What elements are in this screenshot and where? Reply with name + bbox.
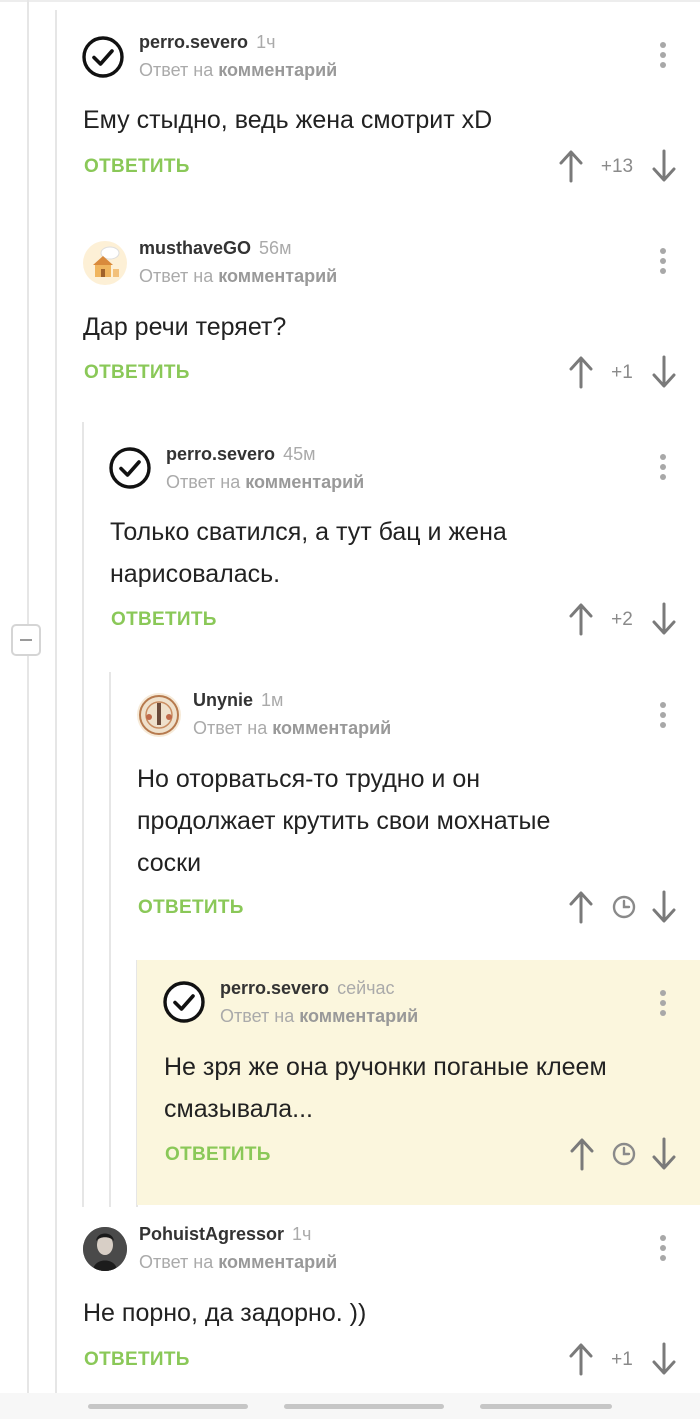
reply-button[interactable]: ОТВЕТИТЬ <box>84 1349 190 1371</box>
timestamp: 1м <box>261 690 284 710</box>
reply-target-link[interactable]: комментарий <box>218 1252 337 1272</box>
reply-target-link[interactable]: комментарий <box>218 60 337 80</box>
scroll-segment <box>88 1404 248 1409</box>
checkmark-avatar-icon[interactable] <box>108 446 152 490</box>
comment-text: Дар речи теряет? <box>83 313 287 341</box>
reply-button[interactable]: ОТВЕТИТЬ <box>111 609 217 631</box>
timestamp: 1ч <box>256 32 276 52</box>
person-photo-avatar-icon[interactable] <box>83 1227 127 1271</box>
username[interactable]: perro.severo <box>139 32 248 52</box>
emblem-avatar-icon[interactable] <box>137 693 181 737</box>
more-options-icon[interactable] <box>653 1233 673 1263</box>
house-avatar-icon[interactable] <box>83 241 127 285</box>
comment: perro.severo 45м Ответ на комментарий Тол… <box>83 432 700 662</box>
more-options-icon[interactable] <box>653 700 673 730</box>
upvote-arrow-icon[interactable] <box>569 1137 595 1171</box>
rating-value: +1 <box>611 362 633 383</box>
more-options-icon[interactable] <box>653 452 673 482</box>
username[interactable]: Unynie <box>193 690 253 710</box>
more-options-icon[interactable] <box>653 246 673 276</box>
reply-context: Ответ на комментарий <box>220 1006 419 1026</box>
more-options-icon[interactable] <box>653 988 673 1018</box>
downvote-arrow-icon[interactable] <box>651 149 677 183</box>
reply-button[interactable]: ОТВЕТИТЬ <box>138 897 244 919</box>
rating-value: +1 <box>611 1349 633 1370</box>
reply-target-link[interactable]: комментарий <box>245 472 364 492</box>
reply-target-link[interactable]: комментарий <box>218 266 337 286</box>
comment: Unynie 1м Ответ на комментарий Но оторват… <box>110 680 700 950</box>
upvote-arrow-icon[interactable] <box>568 355 594 389</box>
reply-button[interactable]: ОТВЕТИТЬ <box>84 156 190 178</box>
username[interactable]: perro.severo <box>166 444 275 464</box>
reply-context: Ответ на комментарий <box>139 266 338 286</box>
timestamp: сейчас <box>337 978 395 998</box>
upvote-arrow-icon[interactable] <box>568 1342 594 1376</box>
top-divider <box>0 0 700 2</box>
reply-button[interactable]: ОТВЕТИТЬ <box>165 1144 271 1166</box>
comment-text: Не порно, да задорно. )) <box>83 1299 367 1327</box>
comment: PohuistAgressor 1ч Ответ на комментарий Н… <box>56 1213 700 1393</box>
comment-text: Не зря же она ручонки поганые клеем смаз… <box>164 1053 607 1123</box>
reply-target-link[interactable]: комментарий <box>272 718 391 738</box>
bottom-scroll-indicator <box>0 1393 700 1419</box>
reply-context: Ответ на комментарий <box>139 60 338 80</box>
scroll-segment <box>284 1404 444 1409</box>
timestamp: 56м <box>259 238 292 258</box>
clock-icon <box>611 1141 637 1167</box>
downvote-arrow-icon[interactable] <box>651 602 677 636</box>
username[interactable]: perro.severo <box>220 978 329 998</box>
timestamp: 1ч <box>292 1224 312 1244</box>
checkmark-avatar-icon[interactable] <box>162 980 206 1024</box>
reply-context: Ответ на комментарий <box>139 1252 338 1272</box>
comment: perro.severo 1ч Ответ на комментарий Ему … <box>56 20 700 210</box>
collapse-thread-button[interactable] <box>11 624 41 656</box>
timestamp: 45м <box>283 444 316 464</box>
downvote-arrow-icon[interactable] <box>651 1342 677 1376</box>
upvote-arrow-icon[interactable] <box>568 890 594 924</box>
reply-target-link[interactable]: комментарий <box>299 1006 418 1026</box>
clock-icon <box>611 894 637 920</box>
downvote-arrow-icon[interactable] <box>651 890 677 924</box>
comment-text: Ему стыдно, ведь жена смотрит xD <box>83 106 493 134</box>
reply-context: Ответ на комментарий <box>193 718 392 738</box>
downvote-arrow-icon[interactable] <box>651 1137 677 1171</box>
scroll-segment <box>480 1404 612 1409</box>
username[interactable]: PohuistAgressor <box>139 1224 284 1244</box>
thread-line-root <box>27 0 29 624</box>
username[interactable]: musthaveGO <box>139 238 251 258</box>
reply-context: Ответ на комментарий <box>166 472 365 492</box>
rating-value: +2 <box>611 609 633 630</box>
comment-text: Но оторваться-то трудно и он продолжает … <box>137 765 551 877</box>
thread-line-nested-1 <box>55 10 57 1395</box>
comment: musthaveGO 56м Ответ на комментарий Дар р… <box>56 226 700 416</box>
more-options-icon[interactable] <box>653 40 673 70</box>
upvote-arrow-icon[interactable] <box>568 602 594 636</box>
thread-line-root-lower <box>27 656 29 1393</box>
comment-highlighted: perro.severo сейчас Ответ на комментарий … <box>137 960 700 1205</box>
downvote-arrow-icon[interactable] <box>651 355 677 389</box>
rating-value: +13 <box>600 156 634 177</box>
upvote-arrow-icon[interactable] <box>558 149 584 183</box>
checkmark-avatar-icon[interactable] <box>81 35 125 79</box>
reply-button[interactable]: ОТВЕТИТЬ <box>84 362 190 384</box>
comment-text: Только сватился, а тут бац и жена нарисо… <box>110 518 507 588</box>
